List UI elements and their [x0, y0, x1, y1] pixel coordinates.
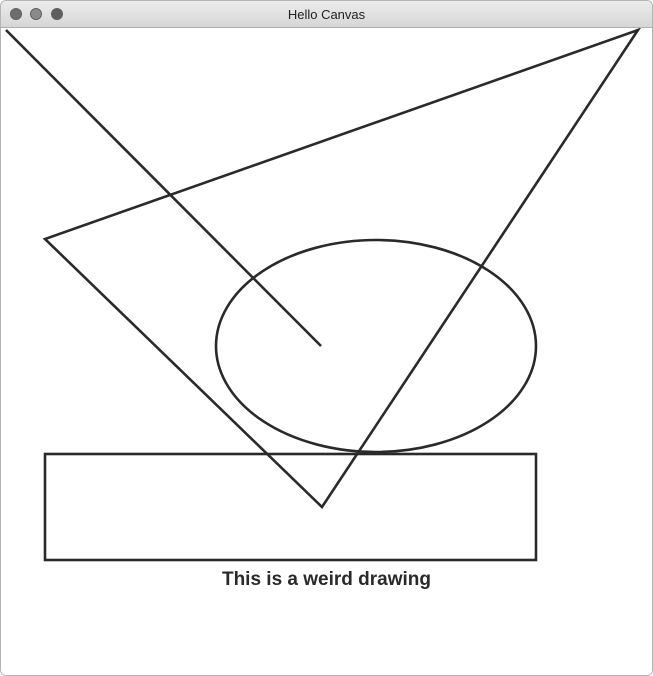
diagonal-line	[5, 29, 322, 347]
window-title: Hello Canvas	[287, 7, 366, 22]
title-bar[interactable]: Hello Canvas	[1, 1, 652, 28]
app-window: Hello Canvas This is a weird drawing	[0, 0, 653, 676]
drawing-canvas: This is a weird drawing	[1, 28, 652, 675]
ellipse-shape	[214, 238, 538, 454]
rectangle-shape	[43, 452, 538, 562]
triangle-shape	[42, 28, 641, 510]
drawing-caption: This is a weird drawing	[221, 569, 432, 590]
